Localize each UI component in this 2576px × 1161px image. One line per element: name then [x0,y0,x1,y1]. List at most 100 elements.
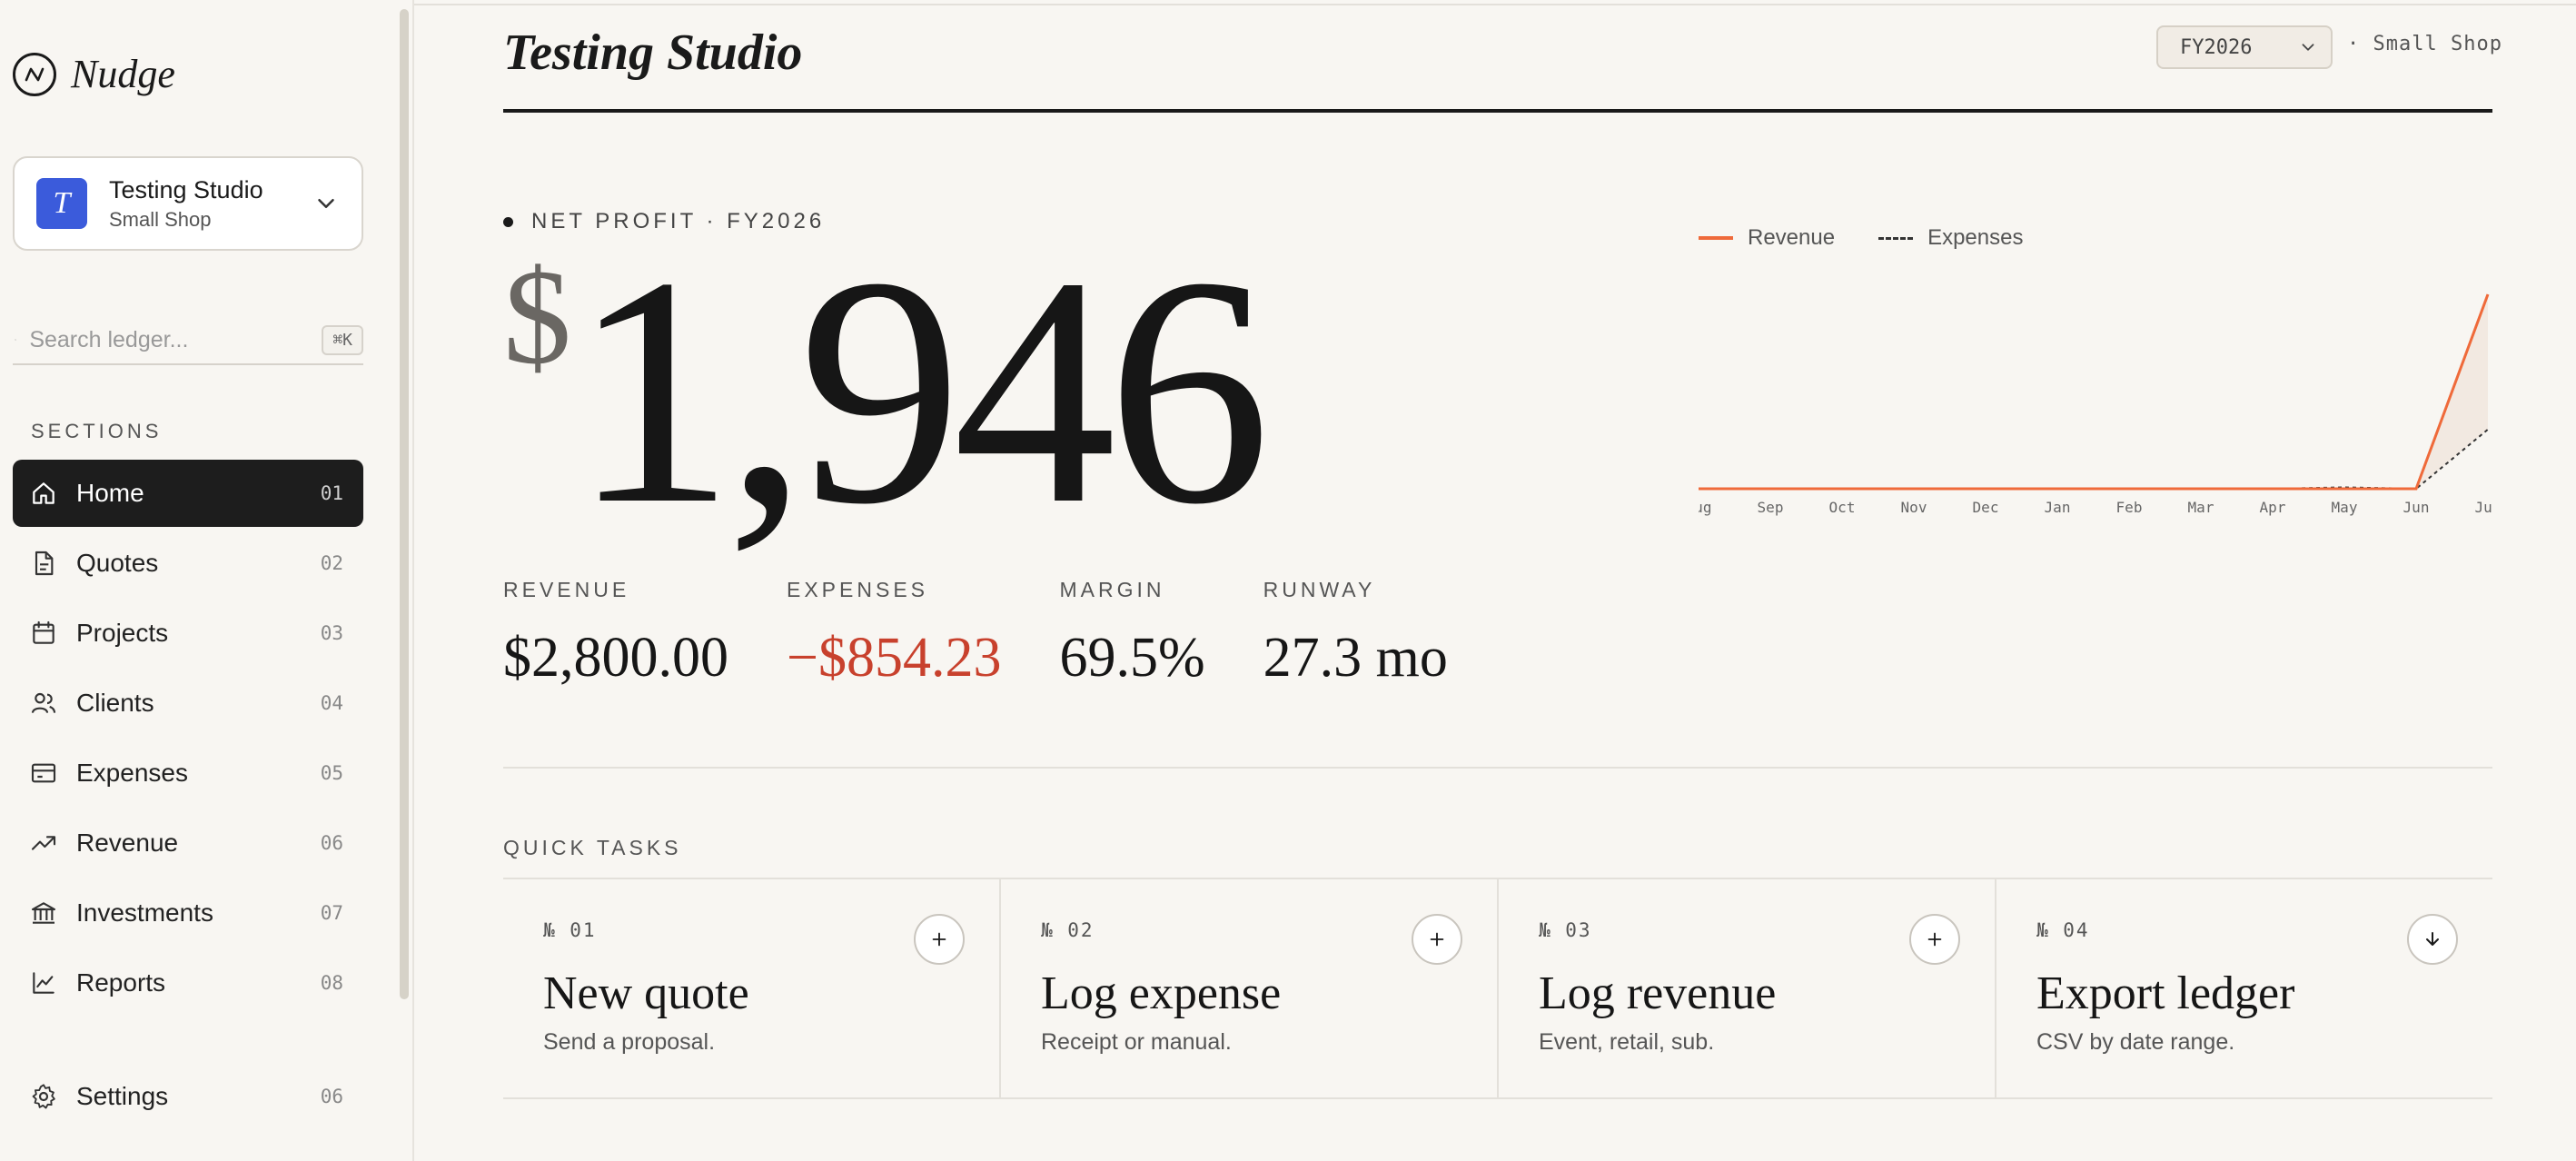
summary-stats: REVENUE $2,800.00 EXPENSES −$854.23 MARG… [503,578,1506,690]
sidebar-item-label: Revenue [76,829,179,857]
users-icon [31,692,56,713]
task-subtitle: Event, retail, sub. [1539,1029,1715,1055]
task-title: New quote [543,968,749,1019]
sidebar-item-label: Projects [76,619,169,647]
export-ledger-button[interactable] [2407,914,2458,965]
stat-label: EXPENSES [787,578,928,601]
stat-value: −$854.23 [787,627,1002,689]
sidebar-scrollbar[interactable] [400,9,409,999]
sidebar-item-label: Settings [76,1082,169,1110]
plus-icon [1927,932,1942,947]
sidebar-item-investments[interactable]: Investments 07 [13,879,363,947]
sidebar-item-number: 03 [320,622,343,644]
task-title: Log revenue [1539,968,1777,1019]
profit-area [1699,294,2488,489]
stat-runway: RUNWAY 27.3 mo [1263,578,1448,690]
sections-label: SECTIONS [31,420,163,442]
sidebar-item-number: 06 [320,832,343,854]
new-quote-button[interactable] [914,914,965,965]
sidebar-item-label: Expenses [76,759,188,787]
quick-tasks-label: QUICK TASKS [503,836,682,859]
task-subtitle: Receipt or manual. [1041,1029,1232,1055]
section-divider [503,767,2492,769]
brand-name: Nudge [71,52,175,96]
workspace-avatar: T [36,178,87,229]
x-tick-label: Apr [2260,499,2286,516]
task-log-expense[interactable]: № 02 Log expense Receipt or manual. [1001,879,1499,1097]
sidebar-item-home[interactable]: Home 01 [13,460,363,527]
task-title: Export ledger [2036,968,2295,1019]
revenue-line [1699,293,2490,491]
sidebar-item-label: Investments [76,898,213,927]
workspace-name: Testing Studio [109,175,263,203]
x-tick-label: Feb [2116,499,2143,516]
sidebar-item-number: 05 [320,762,343,784]
search-bar: ⌘K [13,316,363,365]
sidebar-item-number: 02 [320,552,343,574]
plus-icon [932,932,946,947]
sidebar-item-expenses[interactable]: Expenses 05 [13,739,363,807]
task-title: Log expense [1041,968,1282,1019]
bank-icon [31,902,56,924]
stat-revenue: REVENUE $2,800.00 [503,578,728,690]
workspace-subtitle: Small Shop [109,207,212,231]
log-expense-button[interactable] [1412,914,1462,965]
legend-revenue[interactable]: Revenue [1699,225,1835,251]
stat-label: RUNWAY [1263,578,1376,601]
sidebar-item-settings[interactable]: Settings 06 [13,1063,363,1130]
sidebar-item-number: 08 [320,972,343,994]
sidebar-item-number: 01 [320,482,343,504]
page-title: Testing Studio [503,25,803,81]
brand[interactable]: Nudge [13,51,175,97]
search-icon [15,339,17,341]
main-content: Testing Studio FY2026 · Small Shop NET P… [416,0,2576,1161]
task-new-quote[interactable]: № 01 New quote Send a proposal. [503,879,1001,1097]
home-icon [33,482,54,504]
chart-legend: Revenue Expenses [1699,225,2023,251]
stat-margin: MARGIN 69.5% [1059,578,1204,690]
sidebar-item-label: Quotes [76,549,159,577]
header-meta: · Small Shop [2347,33,2502,55]
hero-value: 1,946 [571,209,1271,571]
sidebar-item-revenue[interactable]: Revenue 06 [13,809,363,877]
task-export-ledger[interactable]: № 04 Export ledger CSV by date range. [1996,879,2492,1097]
card-icon [31,763,56,783]
x-tick-label: Dec [1973,499,1999,516]
fiscal-year-value: FY2026 [2180,35,2253,59]
sidebar-item-reports[interactable]: Reports 08 [13,949,363,1017]
x-tick-label: Oct [1829,499,1856,516]
x-tick-label: Jan [2045,499,2071,516]
sidebar-item-quotes[interactable]: Quotes 02 [13,530,363,597]
search-input[interactable] [29,326,322,353]
download-icon [2426,932,2439,946]
task-log-revenue[interactable]: № 03 Log revenue Event, retail, sub. [1499,879,1996,1097]
sidebar-item-number: 07 [320,902,343,924]
fiscal-year-select[interactable]: FY2026 [2156,25,2333,69]
x-tick-label: Jun [2403,499,2430,516]
expenses-line [1699,428,2489,491]
legend-swatch-revenue [1699,236,1733,240]
revenue-expense-chart: Aug Sep Oct Nov Dec Jan Feb Mar Apr May Jun Jul [1699,293,2492,516]
legend-label: Expenses [1927,225,2024,250]
sidebar-item-number: 06 [320,1086,343,1107]
hero-currency: $ [503,242,571,392]
stat-value: $2,800.00 [503,627,728,689]
x-tick-label: Jul [2475,499,2492,516]
sidebar-item-label: Clients [76,689,154,717]
stat-value: 27.3 mo [1263,627,1448,689]
title-rule [503,109,2492,113]
sidebar-item-label: Home [76,479,144,507]
net-profit-figure: $ 1,946 [503,209,1271,571]
sidebar-item-clients[interactable]: Clients 04 [13,670,363,737]
legend-swatch-expenses [1878,236,1914,240]
stat-expenses: EXPENSES −$854.23 [787,578,1001,690]
log-revenue-button[interactable] [1909,914,1960,965]
trend-up-icon [31,836,56,850]
sidebar-item-projects[interactable]: Projects 03 [13,600,363,667]
workspace-switcher[interactable]: T Testing Studio Small Shop [13,156,363,251]
n-logo-icon [13,52,56,96]
quick-tasks: № 01 New quote Send a proposal. № 02 Log… [503,879,2492,1099]
dot-icon [503,216,513,227]
sidebar-nav: Home 01 Quotes 02 Projects 03 Clients 04… [13,460,363,1019]
legend-expenses[interactable]: Expenses [1878,225,2023,251]
